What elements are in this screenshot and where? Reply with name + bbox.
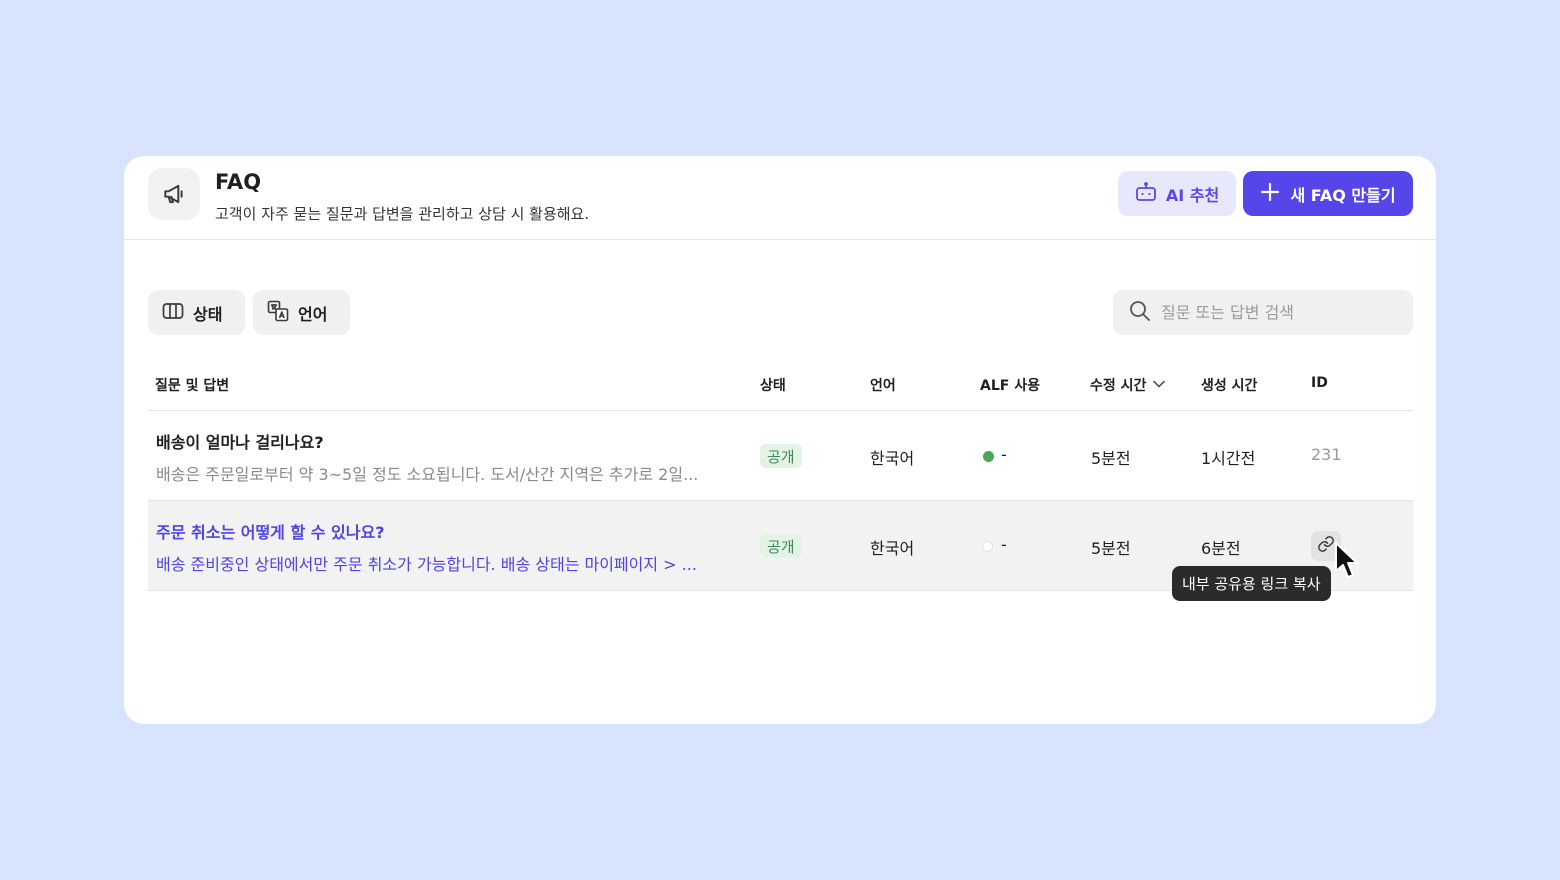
- language-filter-label: 언어: [298, 304, 328, 324]
- created-cell: 1시간전: [1201, 449, 1256, 468]
- search-icon: [1129, 300, 1151, 326]
- language-cell: 한국어: [870, 449, 915, 468]
- page-header: FAQ 고객이 자주 묻는 질문과 답변을 관리하고 상담 시 활용해요. AI…: [124, 156, 1436, 240]
- status-badge: 공개: [760, 534, 802, 558]
- faq-question[interactable]: 배송이 얼마나 걸리나요?: [156, 429, 324, 453]
- ai-recommend-button[interactable]: AI 추천: [1118, 171, 1236, 216]
- alf-status-dot: [982, 541, 993, 552]
- search-input[interactable]: [1161, 303, 1391, 322]
- column-header-modified[interactable]: 수정 시간: [1090, 375, 1166, 395]
- column-header-alf[interactable]: ALF 사용: [980, 375, 1040, 395]
- plus-icon: [1260, 182, 1280, 206]
- status-badge: 공개: [760, 444, 802, 468]
- faq-answer: 배송 준비중인 상태에서만 주문 취소가 가능합니다. 배송 상태는 마이페이지…: [156, 555, 697, 574]
- alf-status-dot: [983, 451, 994, 462]
- table-row[interactable]: 배송이 얼마나 걸리나요? 배송은 주문일로부터 약 3~5일 정도 소요됩니다…: [148, 411, 1413, 501]
- created-cell: 6분전: [1201, 539, 1241, 558]
- new-faq-button[interactable]: 새 FAQ 만들기: [1243, 171, 1413, 216]
- column-header-created[interactable]: 생성 시간: [1201, 375, 1257, 395]
- faq-question[interactable]: 주문 취소는 어떻게 할 수 있나요?: [156, 519, 385, 543]
- copy-link-tooltip: 내부 공유용 링크 복사: [1172, 566, 1331, 601]
- search-box[interactable]: [1113, 290, 1413, 335]
- modified-cell: 5분전: [1091, 539, 1131, 558]
- language-filter-button[interactable]: 언어: [253, 290, 350, 335]
- faq-card: FAQ 고객이 자주 묻는 질문과 답변을 관리하고 상담 시 활용해요. AI…: [124, 156, 1436, 724]
- new-faq-label: 새 FAQ 만들기: [1290, 185, 1396, 205]
- ai-recommend-label: AI 추천: [1165, 185, 1220, 205]
- mouse-cursor-icon: [1334, 541, 1362, 585]
- column-header-modified-label: 수정 시간: [1090, 378, 1147, 394]
- column-header-id[interactable]: ID: [1311, 375, 1328, 391]
- alf-cell: -: [1001, 535, 1007, 554]
- faq-answer: 배송은 주문일로부터 약 3~5일 정도 소요됩니다. 도서/산간 지역은 추가…: [156, 465, 699, 484]
- id-cell: 231: [1311, 445, 1342, 464]
- link-icon: [1317, 535, 1335, 557]
- page-title: FAQ: [215, 170, 262, 194]
- column-header-language[interactable]: 언어: [870, 375, 896, 395]
- column-header-qa: 질문 및 답변: [155, 378, 230, 394]
- modified-cell: 5분전: [1091, 449, 1131, 468]
- status-filter-button[interactable]: 상태: [148, 290, 245, 335]
- column-header-status[interactable]: 상태: [760, 375, 786, 395]
- alf-cell: -: [1001, 445, 1007, 464]
- page-subtitle: 고객이 자주 묻는 질문과 답변을 관리하고 상담 시 활용해요.: [215, 205, 590, 223]
- translate-icon: [267, 300, 289, 326]
- chevron-down-icon: [1152, 377, 1166, 393]
- status-filter-label: 상태: [193, 304, 223, 324]
- language-cell: 한국어: [870, 539, 915, 558]
- megaphone-icon: [148, 168, 200, 220]
- robot-icon: [1135, 181, 1157, 206]
- columns-icon: [162, 302, 184, 324]
